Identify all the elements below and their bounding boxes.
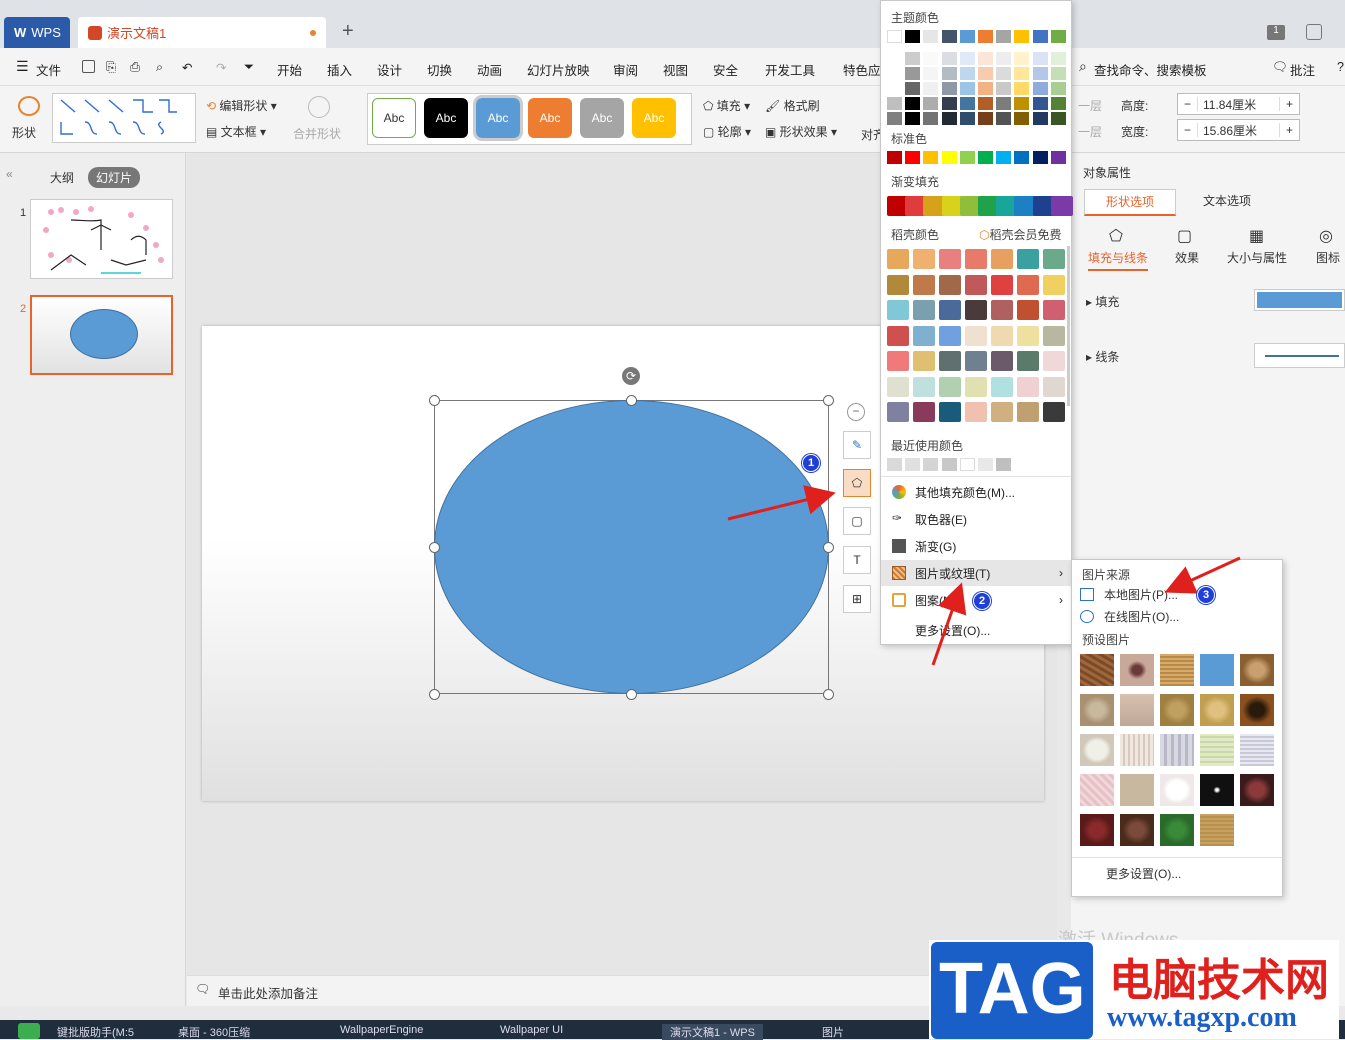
taskbar-item-4[interactable]: Wallpaper UI	[500, 1024, 563, 1036]
taskbar-item-3[interactable]: WallpaperEngine	[340, 1024, 423, 1036]
tagxp-watermark: TAG 电脑技术网 www.tagxp.com	[929, 940, 1339, 1039]
taskbar-item-1[interactable]: 键批版助手(M:5	[57, 1024, 134, 1040]
taskbar-item-2[interactable]: 桌面 - 360压缩	[178, 1024, 250, 1040]
annotation-arrows	[727, 485, 1241, 666]
step-badge-1: 1	[802, 454, 820, 472]
taskbar-item-6[interactable]: 图片	[822, 1024, 844, 1040]
watermark-tag: TAG	[939, 949, 1086, 1029]
arrow-2	[931, 582, 967, 666]
watermark-url: www.tagxp.com	[1107, 1002, 1297, 1033]
start-icon[interactable]	[18, 1023, 40, 1039]
watermark-title: 电脑技术网	[1109, 956, 1329, 1005]
taskbar-item-5[interactable]: 演示文稿1 - WPS	[662, 1024, 763, 1040]
step-badge-2: 2	[973, 592, 991, 610]
arrow-1	[727, 485, 836, 521]
step-badge-3: 3	[1197, 586, 1215, 604]
